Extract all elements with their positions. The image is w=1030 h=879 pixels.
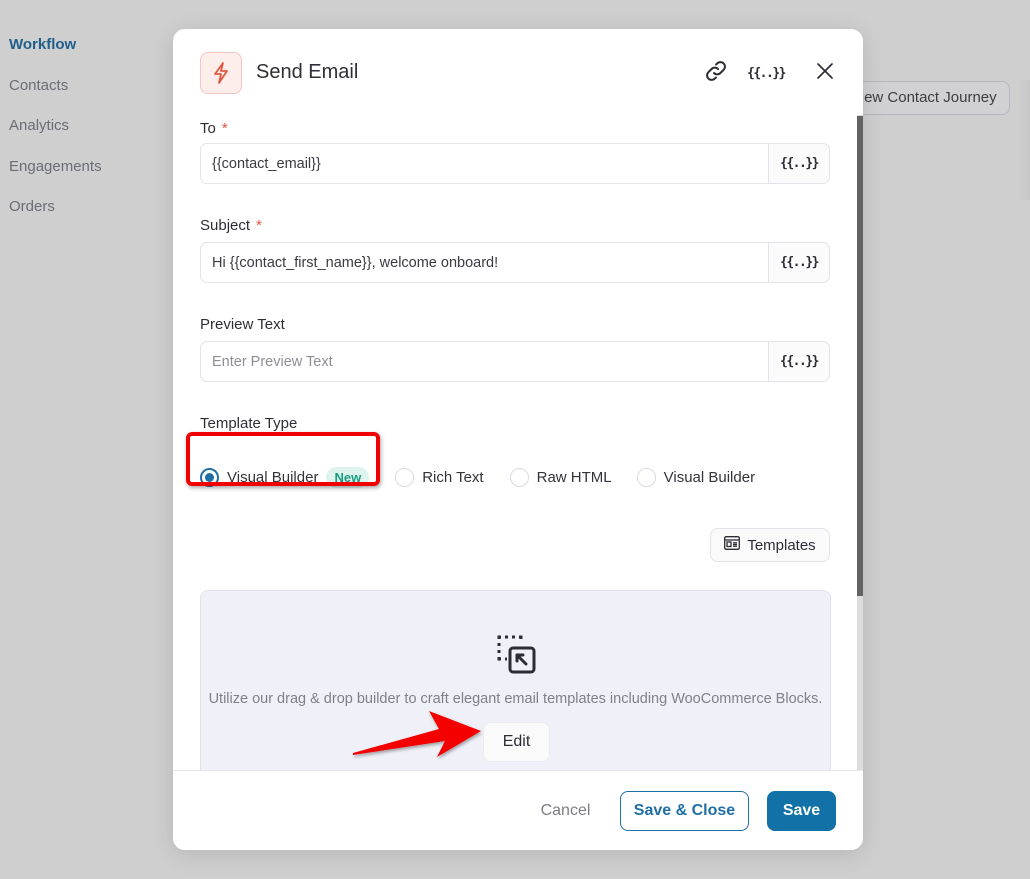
template-option-raw-html[interactable]: Raw HTML	[509, 467, 612, 487]
sidebar-item-analytics[interactable]: Analytics	[9, 117, 102, 158]
subject-field-group: {{..}}	[200, 242, 830, 283]
radio-unchecked[interactable]	[636, 467, 656, 487]
template-type-radio-group: Visual Builder New Rich Text Raw HTML Vi…	[200, 462, 755, 492]
annotation-arrow-icon	[353, 711, 481, 757]
sidebar-item-workflow[interactable]: Workflow	[9, 36, 102, 77]
radio-unchecked[interactable]	[509, 467, 529, 487]
templates-button-label: Templates	[747, 536, 816, 554]
to-merge-tag-button[interactable]: {{..}}	[768, 144, 829, 183]
templates-button[interactable]: Templates	[710, 528, 830, 562]
preview-text-label: Preview Text	[200, 316, 285, 333]
modal-title: Send Email	[256, 61, 359, 83]
to-label-text: To	[200, 120, 216, 137]
cancel-button[interactable]: Cancel	[528, 791, 603, 831]
required-mark: *	[221, 120, 228, 137]
merge-tags-icon: {{..}}	[780, 354, 819, 369]
edit-button[interactable]: Edit	[483, 722, 550, 762]
close-button[interactable]	[811, 59, 839, 87]
radio-label: Visual Builder	[227, 468, 319, 486]
builder-description: Utilize our drag & drop builder to craft…	[208, 691, 823, 707]
subject-input[interactable]	[201, 243, 768, 282]
modal-body: To* {{..}} Subject* {{..}} Preview Text …	[173, 115, 863, 770]
close-icon	[816, 62, 834, 85]
background-panel-edge	[1018, 80, 1030, 200]
sidebar-item-orders[interactable]: Orders	[9, 198, 102, 239]
lightning-bolt-icon	[200, 52, 242, 94]
template-type-label: Template Type	[200, 415, 298, 432]
link-icon	[704, 59, 728, 88]
radio-label: Rich Text	[422, 468, 484, 486]
required-mark: *	[256, 217, 262, 234]
sidebar-item-contacts[interactable]: Contacts	[9, 77, 102, 118]
radio-unchecked[interactable]	[395, 467, 415, 487]
drag-drop-builder-icon	[491, 629, 541, 679]
to-input[interactable]	[201, 144, 768, 183]
link-button[interactable]	[702, 59, 730, 87]
radio-label: Raw HTML	[536, 468, 612, 486]
preview-text-field-group: {{..}}	[200, 341, 830, 382]
to-field-group: {{..}}	[200, 143, 830, 184]
subject-label: Subject *	[200, 217, 262, 234]
radio-label: Visual Builder	[663, 468, 756, 486]
merge-tags-icon: {{..}}	[780, 255, 819, 270]
preview-text-input[interactable]	[201, 342, 768, 381]
template-option-visual-builder[interactable]: Visual Builder	[636, 467, 756, 487]
subject-label-text: Subject	[200, 217, 251, 234]
merge-tags-icon: {{..}}	[780, 156, 819, 171]
merge-tags-icon: {{..}}	[747, 65, 786, 81]
subject-merge-tag-button[interactable]: {{..}}	[768, 243, 829, 282]
template-layout-icon	[724, 536, 741, 554]
scrollbar-thumb[interactable]	[857, 116, 863, 596]
save-and-close-button[interactable]: Save & Close	[620, 791, 749, 831]
to-label: To *	[200, 120, 228, 137]
preview-text-merge-tag-button[interactable]: {{..}}	[768, 342, 829, 381]
merge-tags-header-button[interactable]: {{..}}	[747, 59, 786, 87]
template-option-visual-builder-new[interactable]: Visual Builder New	[200, 466, 370, 488]
visual-builder-panel: Utilize our drag & drop builder to craft…	[200, 590, 831, 770]
new-badge: New	[326, 466, 370, 488]
sidebar-nav: Workflow Contacts Analytics Engagements …	[9, 36, 102, 239]
modal-footer: Cancel Save & Close Save	[173, 770, 863, 850]
radio-checked[interactable]	[200, 467, 219, 487]
send-email-modal: Send Email {{..}} To * {{contact_email}}…	[173, 29, 863, 850]
modal-header: Send Email {{..}}	[173, 29, 863, 115]
save-button[interactable]: Save	[767, 791, 836, 831]
sidebar-item-engagements[interactable]: Engagements	[9, 158, 102, 199]
template-option-rich-text[interactable]: Rich Text	[395, 467, 484, 487]
